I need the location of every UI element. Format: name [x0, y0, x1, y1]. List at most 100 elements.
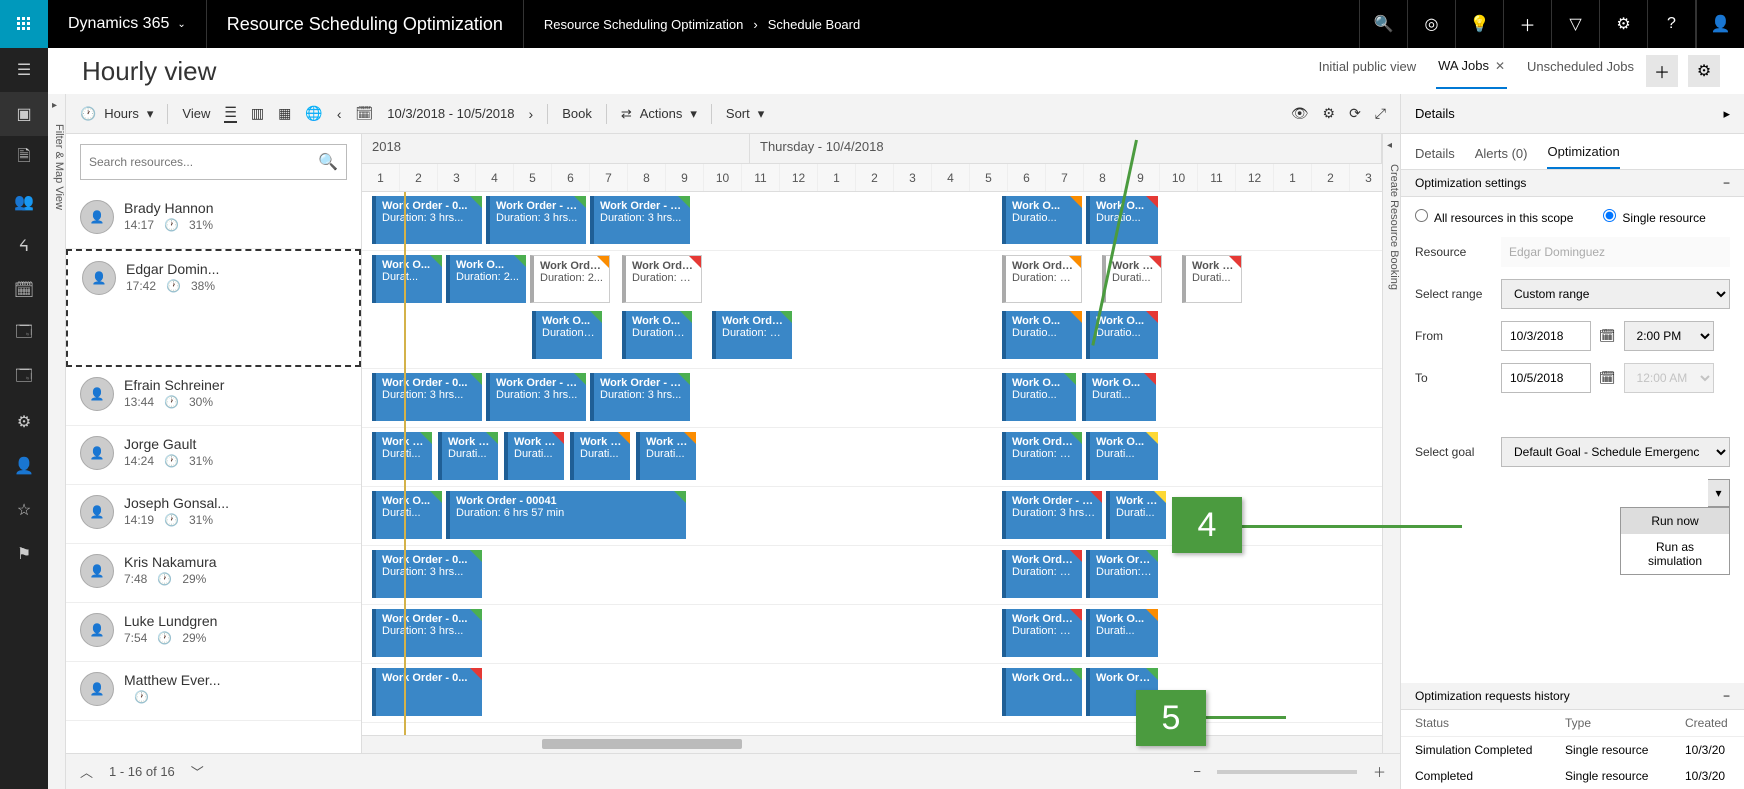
run-as-simulation-option[interactable]: Run as simulation	[1621, 534, 1729, 574]
help-icon[interactable]: ?	[1647, 0, 1695, 48]
radio-all-resources[interactable]: All resources in this scope	[1415, 209, 1573, 225]
resource-row[interactable]: 👤Edgar Domin...17:42 🕐 38%	[66, 249, 361, 367]
tab-wa-jobs[interactable]: WA Jobs✕	[1436, 54, 1507, 89]
select-range-dropdown[interactable]: Custom range	[1501, 279, 1730, 309]
zoom-in-icon[interactable]: ＋	[1373, 762, 1386, 781]
view-list-icon[interactable]: ☰	[224, 104, 237, 123]
booking[interactable]: Work O...Durat...	[372, 255, 442, 303]
gear-icon[interactable]: ⚙	[1323, 105, 1336, 122]
sort-dropdown[interactable]: Sort ▾	[726, 106, 764, 122]
search-icon[interactable]: 🔍	[1359, 0, 1407, 48]
eye-icon[interactable]: 👁	[1291, 105, 1309, 122]
from-time-dropdown[interactable]: 2:00 PM	[1624, 321, 1714, 351]
booking[interactable]: Work Order - 0...	[372, 668, 482, 716]
calendar-icon[interactable]: 🗓	[356, 105, 374, 122]
booking[interactable]: Work Order - 0...Duration: 3 hrs...	[486, 373, 586, 421]
nav-icon-gear[interactable]: ⚙	[0, 400, 48, 444]
filter-icon[interactable]: ▽	[1551, 0, 1599, 48]
booking[interactable]: Work O...Duratio...	[1002, 196, 1082, 244]
booking[interactable]: Work O...Durati...	[1182, 255, 1242, 303]
booking[interactable]: Work Order - 0...Duration: 3 hrs...	[372, 550, 482, 598]
brand-dropdown[interactable]: Dynamics 365 ⌄	[48, 15, 206, 33]
booking[interactable]: Work O...Durati...	[438, 432, 498, 480]
actions-dropdown[interactable]: ⇄Actions ▾	[621, 106, 697, 122]
resource-row[interactable]: 👤Jorge Gault14:24 🕐 31%	[66, 426, 361, 485]
booking[interactable]: Work Order...Duration: 2 ...	[622, 255, 702, 303]
add-tab-button[interactable]: ＋	[1646, 55, 1678, 87]
close-icon[interactable]: ✕	[1495, 59, 1505, 73]
booking[interactable]: Work O...Durati...	[1106, 491, 1166, 539]
view-globe-icon[interactable]: 🌐	[305, 105, 322, 122]
nav-icon-1[interactable]: ▣	[0, 92, 48, 136]
user-icon[interactable]: 👤	[1696, 0, 1744, 48]
history-row[interactable]: Simulation CompletedSingle resource10/3/…	[1401, 737, 1744, 763]
to-date-field[interactable]	[1501, 363, 1591, 393]
crumb-root[interactable]: Resource Scheduling Optimization	[544, 17, 743, 32]
booking[interactable]: Work O...Durati...	[1082, 373, 1156, 421]
hamburger-icon[interactable]: ☰	[0, 48, 48, 92]
hours-dropdown[interactable]: 🕐Hours ▾	[80, 106, 153, 122]
tab-initial-public-view[interactable]: Initial public view	[1317, 55, 1419, 88]
collapse-up-icon[interactable]: ︿	[80, 762, 93, 781]
run-dropdown-toggle[interactable]: ▾	[1708, 479, 1730, 507]
resource-row[interactable]: 👤Kris Nakamura7:48 🕐 29%	[66, 544, 361, 603]
booking[interactable]: Work Orde...Duration: 2...	[530, 255, 610, 303]
booking[interactable]: Work Order...Duration: 3 ...	[712, 311, 792, 359]
resource-row[interactable]: 👤Matthew Ever... 🕐	[66, 662, 361, 721]
zoom-out-icon[interactable]: −	[1193, 764, 1201, 779]
horizontal-scrollbar[interactable]	[362, 735, 1382, 753]
booking[interactable]: Work O...Durati...	[1086, 609, 1158, 657]
next-icon[interactable]: ›	[529, 106, 534, 122]
app-launcher-icon[interactable]	[0, 0, 48, 48]
booking[interactable]: Work Order...Duration: 2 ...	[1086, 550, 1158, 598]
booking[interactable]: Work Order - 0...Duration: 3 hrs...	[590, 373, 690, 421]
refresh-icon[interactable]: ⟳	[1349, 105, 1361, 122]
booking[interactable]: Work Order - 0...Duration: 3 hrs...	[590, 196, 690, 244]
nav-icon-6[interactable]: 🗔	[0, 356, 48, 400]
prev-icon[interactable]: ‹	[337, 106, 342, 122]
booking[interactable]: Work Order - 0...Duration: 3 hrs...	[486, 196, 586, 244]
booking[interactable]: Work O...Durati...	[504, 432, 564, 480]
booking[interactable]: Work O...Duration: 3 ...	[532, 311, 602, 359]
booking[interactable]: Work O...Duration: 3 ...	[622, 311, 692, 359]
booking[interactable]: Work O...Duration: 2...	[446, 255, 526, 303]
calendar-icon[interactable]: 🗓	[1599, 370, 1616, 386]
create-booking-panel-collapsed[interactable]: Create Resource Booking	[1382, 134, 1400, 753]
search-input[interactable]	[89, 155, 318, 169]
expand-down-icon[interactable]: ﹀	[191, 762, 204, 781]
details-tab-alerts[interactable]: Alerts (0)	[1475, 146, 1528, 169]
filter-map-panel-collapsed[interactable]: Filter & Map View	[48, 94, 66, 789]
select-goal-dropdown[interactable]: Default Goal - Schedule Emergenc	[1501, 437, 1730, 467]
nav-icon-person[interactable]: 👤	[0, 444, 48, 488]
resource-row[interactable]: 👤Luke Lundgren7:54 🕐 29%	[66, 603, 361, 662]
booking[interactable]: Work O...Duratio...	[1002, 373, 1076, 421]
settings-icon[interactable]: ⚙	[1599, 0, 1647, 48]
booking[interactable]: Work Order...	[1002, 668, 1082, 716]
add-icon[interactable]: ＋	[1503, 0, 1551, 48]
booking[interactable]: Work Order - 0...Duration: 3 hrs...	[372, 196, 482, 244]
booking[interactable]: Work Order - 00041Duration: 6 hrs 57 min	[446, 491, 686, 539]
collapse-icon[interactable]: −	[1723, 176, 1730, 190]
booking[interactable]: Work Order...Duration: 2 ...	[1002, 550, 1082, 598]
expand-icon[interactable]: ▸	[1723, 106, 1730, 122]
booking[interactable]: Work Order...Duration: 2 ...	[1002, 432, 1082, 480]
board-settings-button[interactable]: ⚙	[1688, 55, 1720, 87]
nav-icon-2[interactable]: 🗎	[0, 136, 48, 180]
view-grid-icon[interactable]: ▦	[278, 105, 291, 122]
tab-unscheduled-jobs[interactable]: Unscheduled Jobs	[1525, 55, 1636, 88]
scrollbar-thumb[interactable]	[542, 739, 742, 749]
booking[interactable]: Work Order...Duration: 2 ...	[1002, 609, 1082, 657]
history-row[interactable]: CompletedSingle resource10/3/20	[1401, 763, 1744, 789]
resource-row[interactable]: 👤Joseph Gonsal...14:19 🕐 31%	[66, 485, 361, 544]
nav-icon-flag[interactable]: ⚑	[0, 532, 48, 576]
nav-icon-calendar[interactable]: 🗓	[0, 268, 48, 312]
nav-icon-4[interactable]: ᔦ	[0, 224, 48, 268]
booking[interactable]: Work Order - 0...Duration: 3 hrs ...	[1002, 491, 1102, 539]
radio-single-resource[interactable]: Single resource	[1603, 209, 1705, 225]
bulb-icon[interactable]: 💡	[1455, 0, 1503, 48]
book-button[interactable]: Book	[562, 106, 592, 121]
calendar-icon[interactable]: 🗓	[1599, 328, 1616, 344]
booking[interactable]: Work Order - 0...Duration: 3 hrs...	[372, 373, 482, 421]
booking[interactable]: Work Order...Duration: 2 ...	[1002, 255, 1082, 303]
booking[interactable]: Work O...Durati...	[372, 491, 442, 539]
